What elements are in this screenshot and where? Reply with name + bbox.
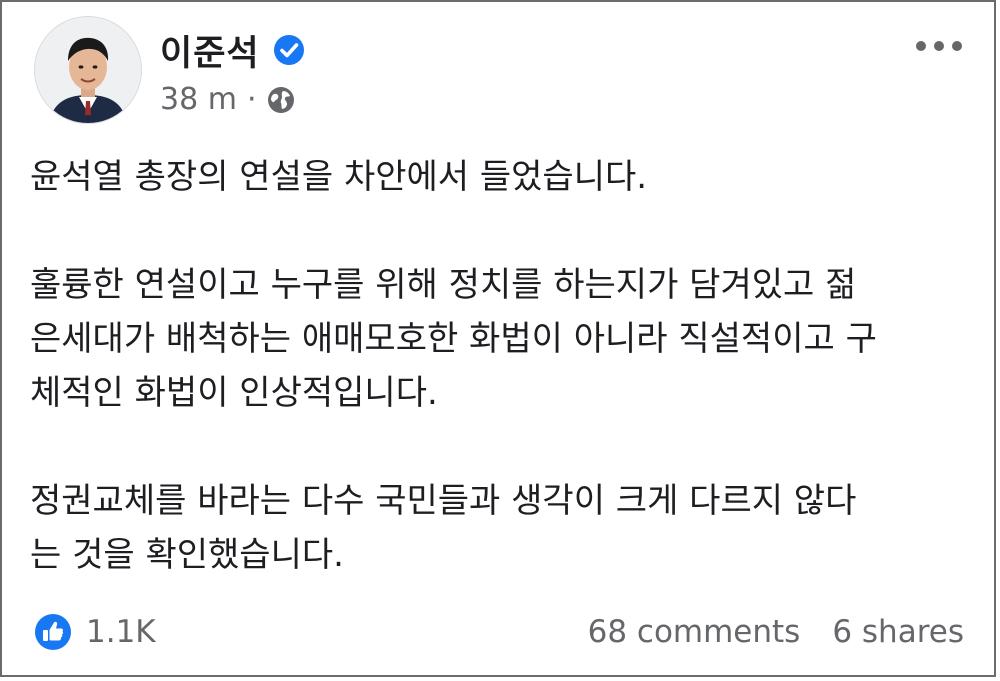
author-row: 이준석 xyxy=(160,26,306,74)
more-dot xyxy=(916,41,926,51)
post-body: 윤석열 총장의 연설을 차안에서 들었습니다. 훌륭한 연설이고 누구를 위해 … xyxy=(30,150,970,582)
verified-badge-icon xyxy=(272,33,306,67)
engagement-stats: 68 comments 6 shares xyxy=(588,614,964,650)
comments-count[interactable]: 68 comments xyxy=(588,614,801,650)
like-count: 1.1K xyxy=(86,614,156,650)
post-paragraph: 정권교체를 바라는 다수 국민들과 생각이 크게 다르지 않다 는 것을 확인했… xyxy=(30,481,857,575)
post-paragraph: 훌륭한 연설이고 누구를 위해 정치를 하는지가 담겨있고 젊 은세대가 배척하… xyxy=(30,265,877,413)
more-options-icon[interactable] xyxy=(916,38,962,54)
author-block: 이준석 38 m · xyxy=(160,26,306,117)
author-avatar[interactable] xyxy=(34,16,142,124)
post-timestamp[interactable]: 38 m xyxy=(160,82,237,117)
globe-icon[interactable] xyxy=(266,85,296,115)
more-dot xyxy=(934,41,944,51)
author-name[interactable]: 이준석 xyxy=(160,25,260,76)
post-footer: 1.1K 68 comments 6 shares xyxy=(34,606,964,658)
reactions-summary[interactable]: 1.1K xyxy=(34,613,156,651)
post-meta: 38 m · xyxy=(160,82,306,117)
meta-separator: · xyxy=(246,82,257,117)
post-header: 이준석 38 m · xyxy=(34,16,974,126)
avatar-image xyxy=(35,17,141,123)
shares-count[interactable]: 6 shares xyxy=(832,614,964,650)
like-reaction-icon xyxy=(34,613,72,651)
post-paragraph: 윤석열 총장의 연설을 차안에서 들었습니다. xyxy=(30,157,648,197)
more-dot xyxy=(952,41,962,51)
post-card: 이준석 38 m · 윤석열 총장의 연설을 차안에서 들었습니다. 훌륭한 연… xyxy=(0,0,996,677)
